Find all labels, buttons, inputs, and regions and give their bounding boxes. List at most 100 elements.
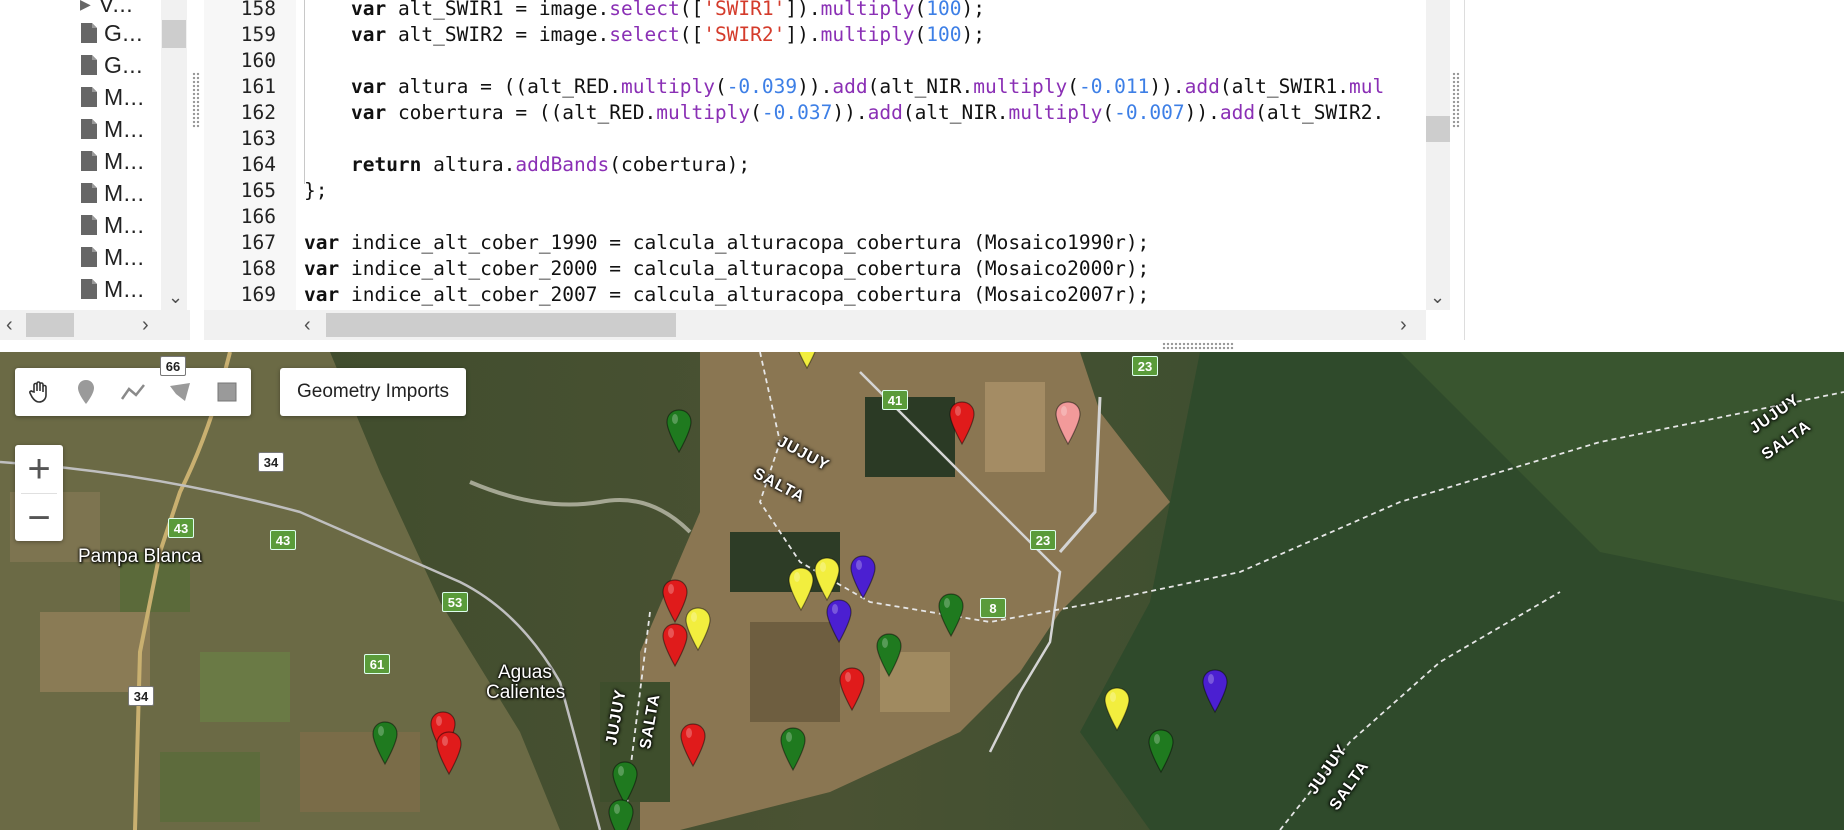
editor-vscroll-thumb[interactable]: [1426, 116, 1450, 142]
satellite-imagery: [0, 352, 1844, 830]
line-number: 168: [240, 257, 276, 280]
line-number: 167: [240, 231, 276, 254]
code-text-area[interactable]: var alt_SWIR1 = image.select(['SWIR1']).…: [296, 0, 1426, 310]
code-line: var indice_alt_cober_2007 = calcula_altu…: [304, 283, 1150, 306]
file-icon: [80, 182, 98, 204]
line-number: 158: [240, 0, 276, 20]
line-number: 159: [240, 23, 276, 46]
route-shield: 23: [1030, 530, 1056, 550]
map-marker-icon[interactable]: [664, 408, 694, 454]
map-marker-icon[interactable]: [936, 592, 966, 638]
tree-hscroll-thumb[interactable]: [26, 313, 74, 337]
route-shield: 23: [1132, 356, 1158, 376]
draw-rectangle-icon[interactable]: [203, 368, 250, 416]
editor-hscroll-thumb[interactable]: [326, 313, 676, 337]
code-editor[interactable]: 158 159 160 161 162 163 164 165 166 167 …: [204, 0, 1426, 310]
scroll-left-arrow-icon[interactable]: ‹: [6, 310, 13, 340]
pan-hand-icon[interactable]: [15, 368, 62, 416]
map-marker-icon[interactable]: [824, 598, 854, 644]
file-icon: [80, 150, 98, 172]
map-marker-icon[interactable]: [1200, 668, 1230, 714]
draw-line-icon[interactable]: [109, 368, 156, 416]
map-marker-icon[interactable]: [812, 556, 842, 602]
map-marker-icon[interactable]: [947, 400, 977, 446]
splitter-grip[interactable]: [1162, 342, 1234, 350]
zoom-in-button[interactable]: +: [15, 445, 63, 493]
geometry-imports-button[interactable]: Geometry Imports: [280, 368, 466, 416]
code-line: var alt_SWIR1 = image.select(['SWIR1']).…: [350, 0, 986, 20]
map-marker-icon[interactable]: [848, 554, 878, 600]
right-side-panel: [1464, 0, 1844, 340]
tree-item[interactable]: M...: [80, 113, 144, 145]
code-line: var indice_alt_cober_2000 = calcula_altu…: [304, 257, 1150, 280]
tree-item[interactable]: M...: [80, 273, 144, 305]
tree-item[interactable]: M...: [80, 145, 144, 177]
map-marker-icon[interactable]: [778, 726, 808, 772]
map-marker-icon[interactable]: [606, 798, 636, 830]
drawing-toolbar: [15, 368, 251, 416]
scroll-left-arrow-icon[interactable]: ‹: [304, 310, 311, 340]
map-marker-icon[interactable]: [874, 632, 904, 678]
place-label: Pampa Blanca: [78, 546, 202, 567]
line-number: 165: [240, 179, 276, 202]
editor-vertical-scrollbar[interactable]: ⌄: [1426, 0, 1450, 310]
map-marker-icon[interactable]: [1053, 400, 1083, 446]
scroll-down-chevron-icon[interactable]: ⌄: [168, 287, 183, 308]
scripts-file-tree: ▶ V... G... G... M... M... M... M... M..…: [0, 0, 190, 310]
tree-item[interactable]: M...: [80, 81, 144, 113]
line-number: 166: [240, 205, 276, 228]
scroll-down-chevron-icon[interactable]: ⌄: [1430, 282, 1445, 312]
line-number: 163: [240, 127, 276, 150]
map-marker-icon[interactable]: [678, 722, 708, 768]
line-number: 160: [240, 49, 276, 72]
place-label: Aguas: [498, 662, 552, 683]
map-marker-icon[interactable]: [660, 622, 690, 668]
tree-horizontal-scrollbar[interactable]: ‹ ›: [0, 310, 190, 340]
tree-item[interactable]: M...: [80, 209, 144, 241]
add-marker-icon[interactable]: [62, 368, 109, 416]
editor-horizontal-scrollbar[interactable]: ‹ ›: [296, 310, 1426, 340]
route-shield: 43: [168, 518, 194, 538]
zoom-control: + −: [15, 445, 63, 541]
route-shield: 41: [882, 390, 908, 410]
panel-resize-handle[interactable]: [192, 72, 200, 128]
scroll-right-arrow-icon[interactable]: ›: [1400, 310, 1407, 340]
panel-resize-handle[interactable]: [1452, 72, 1460, 128]
map-view[interactable]: Geometry Imports + − 66 34 43 43 53 61 3…: [0, 352, 1844, 830]
file-icon: [80, 214, 98, 236]
map-marker-icon[interactable]: [434, 730, 464, 776]
file-icon: [80, 246, 98, 268]
file-icon: [80, 278, 98, 300]
route-shield: 66: [160, 356, 186, 376]
route-shield: 43: [270, 530, 296, 550]
tree-scroll-thumb[interactable]: [162, 20, 186, 48]
line-number: 161: [240, 75, 276, 98]
tree-item[interactable]: M...: [80, 241, 144, 273]
file-icon: [80, 118, 98, 140]
file-icon: [80, 54, 98, 76]
code-editor-workspace: ▶ V... G... G... M... M... M... M... M..…: [0, 0, 1844, 346]
map-marker-icon[interactable]: [792, 352, 822, 370]
tree-item[interactable]: M...: [80, 177, 144, 209]
tree-item[interactable]: G...: [80, 49, 143, 81]
line-number: 162: [240, 101, 276, 124]
map-marker-icon[interactable]: [370, 720, 400, 766]
code-line: return altura.addBands(cobertura);: [350, 153, 751, 176]
code-line: var altura = ((alt_RED.multiply(-0.039))…: [350, 75, 1385, 98]
map-marker-icon[interactable]: [1146, 728, 1176, 774]
code-line: var indice_alt_cober_1990 = calcula_altu…: [304, 231, 1150, 254]
scroll-right-arrow-icon[interactable]: ›: [142, 310, 149, 340]
route-shield: 34: [258, 452, 284, 472]
expand-triangle-icon[interactable]: ▶: [80, 0, 91, 13]
route-shield: 53: [442, 592, 468, 612]
editor-hscroll-corner: [204, 310, 296, 340]
map-marker-icon[interactable]: [837, 666, 867, 712]
code-line: };: [304, 179, 328, 202]
code-line: var alt_SWIR2 = image.select(['SWIR2']).…: [350, 23, 986, 46]
file-icon: [80, 86, 98, 108]
place-label: Calientes: [486, 682, 566, 703]
zoom-out-button[interactable]: −: [15, 494, 63, 542]
line-number-gutter: 158 159 160 161 162 163 164 165 166 167 …: [204, 0, 296, 310]
tree-item[interactable]: G...: [80, 17, 143, 49]
map-marker-icon[interactable]: [1102, 686, 1132, 732]
